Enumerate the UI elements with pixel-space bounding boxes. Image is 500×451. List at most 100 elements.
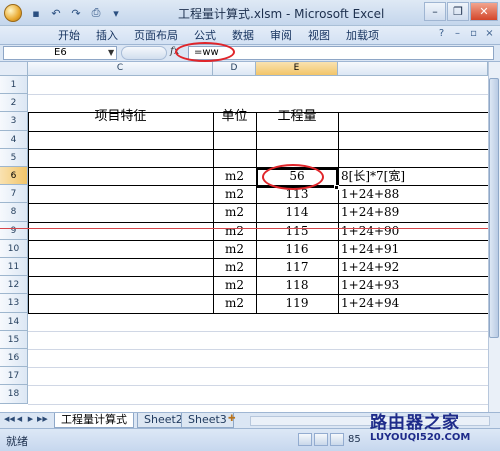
cell-unit[interactable]: m2 bbox=[213, 185, 256, 203]
row-header[interactable]: 3 bbox=[0, 112, 28, 131]
column-header-c[interactable]: C bbox=[28, 62, 213, 76]
row-header[interactable]: 15 bbox=[0, 330, 28, 349]
cell-unit[interactable]: m2 bbox=[213, 276, 256, 294]
select-all-corner[interactable] bbox=[0, 62, 28, 76]
cell-quantity[interactable]: 114 bbox=[256, 203, 338, 221]
header-cell-feature[interactable]: 项目特征 bbox=[28, 108, 213, 126]
row-header[interactable]: 4 bbox=[0, 130, 28, 149]
office-button-icon[interactable] bbox=[4, 4, 22, 22]
ribbon-minimize-icon[interactable]: – bbox=[451, 28, 464, 39]
cell-quantity[interactable]: 118 bbox=[256, 276, 338, 294]
cell-formula[interactable]: 1+24+94 bbox=[338, 294, 488, 312]
column-header-f[interactable] bbox=[338, 62, 488, 76]
page-break-view-icon[interactable] bbox=[330, 433, 344, 446]
ribbon-tab[interactable]: 公式 bbox=[186, 28, 224, 43]
row-gridline bbox=[28, 349, 488, 350]
row-header[interactable]: 12 bbox=[0, 276, 28, 295]
row-header[interactable]: 10 bbox=[0, 239, 28, 258]
ribbon-tab[interactable]: 开始 bbox=[50, 28, 88, 43]
next-sheet-icon[interactable]: ▶ bbox=[26, 415, 35, 423]
row-header[interactable]: 6 bbox=[0, 167, 28, 186]
chevron-down-icon[interactable]: ▼ bbox=[108, 48, 114, 57]
table-border-h bbox=[28, 130, 488, 132]
cell-unit[interactable]: m2 bbox=[213, 294, 256, 312]
row-header[interactable]: 5 bbox=[0, 148, 28, 167]
ribbon-close-icon[interactable]: × bbox=[483, 28, 496, 39]
ribbon-tab[interactable]: 数据 bbox=[224, 28, 262, 43]
worksheet-grid[interactable]: C D E 1 2 3 4 5 6 7 8 9 10 11 12 13 14 15 16 17 18 项目特征 单位工… bbox=[0, 62, 500, 412]
cell-formula[interactable]: 1+24+92 bbox=[338, 258, 488, 276]
row-gridline bbox=[28, 330, 488, 332]
status-ready: 就绪 bbox=[6, 435, 28, 448]
cell-unit[interactable]: m2 bbox=[213, 240, 256, 258]
last-sheet-icon[interactable]: ▶▶ bbox=[37, 415, 48, 423]
ribbon-restore-icon[interactable]: ▫ bbox=[467, 28, 480, 39]
row-header[interactable]: 8 bbox=[0, 203, 28, 222]
cell-quantity[interactable]: 115 bbox=[256, 222, 338, 240]
cell-formula[interactable]: 1+24+91 bbox=[338, 240, 488, 258]
ribbon-tab[interactable]: 页面布局 bbox=[126, 28, 186, 43]
name-box[interactable]: E6 bbox=[3, 46, 117, 60]
cell-formula[interactable]: 1+24+89 bbox=[338, 203, 488, 221]
quick-access-toolbar: ▪ ↶ ↷ ⎙ ▾ bbox=[28, 5, 124, 21]
cell-unit[interactable]: m2 bbox=[213, 258, 256, 276]
sheet-nav: ◀◀ ◀ ▶ ▶▶ bbox=[4, 415, 48, 423]
row-header[interactable]: 9 bbox=[0, 221, 28, 240]
redo-icon[interactable]: ↷ bbox=[68, 5, 84, 21]
table-border-h bbox=[28, 148, 488, 150]
cell-quantity[interactable]: 116 bbox=[256, 240, 338, 258]
cell-quantity[interactable]: 117 bbox=[256, 258, 338, 276]
vertical-scrollbar-thumb[interactable] bbox=[489, 78, 499, 338]
row-header[interactable]: 18 bbox=[0, 385, 28, 404]
row-header[interactable]: 14 bbox=[0, 312, 28, 331]
header-cell-unit[interactable]: 单位 bbox=[213, 108, 256, 126]
normal-view-icon[interactable] bbox=[298, 433, 312, 446]
cell-quantity[interactable]: 119 bbox=[256, 294, 338, 312]
cell-formula[interactable]: 8[长]*7[宽] bbox=[338, 167, 488, 185]
zoom-level[interactable]: 85 bbox=[348, 434, 361, 445]
prev-sheet-icon[interactable]: ◀ bbox=[15, 415, 24, 423]
restore-icon[interactable]: ❐ bbox=[447, 2, 469, 21]
column-header-e[interactable]: E bbox=[256, 62, 338, 76]
highlight-ring-cell bbox=[262, 164, 324, 190]
sheet-tab-3[interactable]: Sheet3 bbox=[181, 413, 234, 428]
cell-unit[interactable]: m2 bbox=[213, 203, 256, 221]
formula-bar-button-area[interactable] bbox=[121, 46, 167, 60]
cell-formula[interactable]: 1+24+93 bbox=[338, 276, 488, 294]
row-header[interactable]: 1 bbox=[0, 76, 28, 95]
header-cell-quantity[interactable]: 工程量 bbox=[256, 108, 338, 126]
row-header[interactable]: 16 bbox=[0, 349, 28, 368]
row-header[interactable]: 11 bbox=[0, 258, 28, 277]
formula-bar: E6 ▼ fx =ww bbox=[0, 45, 500, 62]
page-layout-view-icon[interactable] bbox=[314, 433, 328, 446]
undo-icon[interactable]: ↶ bbox=[48, 5, 64, 21]
minimize-icon[interactable]: – bbox=[424, 2, 446, 21]
ribbon-right-icons: ? – ▫ × bbox=[435, 28, 496, 39]
first-sheet-icon[interactable]: ◀◀ bbox=[4, 415, 15, 423]
ribbon: 开始 插入 页面布局 公式 数据 审阅 视图 加载项 ? – ▫ × bbox=[0, 26, 500, 45]
row-header[interactable]: 17 bbox=[0, 367, 28, 386]
print-preview-icon[interactable]: ⎙ bbox=[88, 5, 104, 21]
close-icon[interactable]: ✕ bbox=[470, 2, 498, 21]
help-icon[interactable]: ? bbox=[435, 28, 448, 39]
cell-formula[interactable]: 1+24+88 bbox=[338, 185, 488, 203]
cell-formula[interactable]: 1+24+90 bbox=[338, 222, 488, 240]
ribbon-tab[interactable]: 视图 bbox=[300, 28, 338, 43]
insert-sheet-icon[interactable]: ✚ bbox=[228, 414, 241, 426]
column-header-d[interactable]: D bbox=[213, 62, 256, 76]
title-bar: ▪ ↶ ↷ ⎙ ▾ 工程量计算式.xlsm - Microsoft Excel … bbox=[0, 0, 500, 26]
sheet-tab-1[interactable]: 工程量计算式 bbox=[54, 413, 134, 428]
cell-unit[interactable]: m2 bbox=[213, 167, 256, 185]
row-header[interactable]: 13 bbox=[0, 294, 28, 313]
vertical-scrollbar[interactable] bbox=[488, 62, 500, 412]
cell-unit[interactable]: m2 bbox=[213, 222, 256, 240]
ribbon-tab[interactable]: 审阅 bbox=[262, 28, 300, 43]
customize-icon[interactable]: ▾ bbox=[108, 5, 124, 21]
save-icon[interactable]: ▪ bbox=[28, 5, 44, 21]
ribbon-tab[interactable]: 加载项 bbox=[338, 28, 387, 43]
fill-handle[interactable] bbox=[334, 185, 339, 190]
row-gridline bbox=[28, 403, 488, 405]
row-header[interactable]: 2 bbox=[0, 94, 28, 113]
ribbon-tab[interactable]: 插入 bbox=[88, 28, 126, 43]
row-header[interactable]: 7 bbox=[0, 185, 28, 204]
